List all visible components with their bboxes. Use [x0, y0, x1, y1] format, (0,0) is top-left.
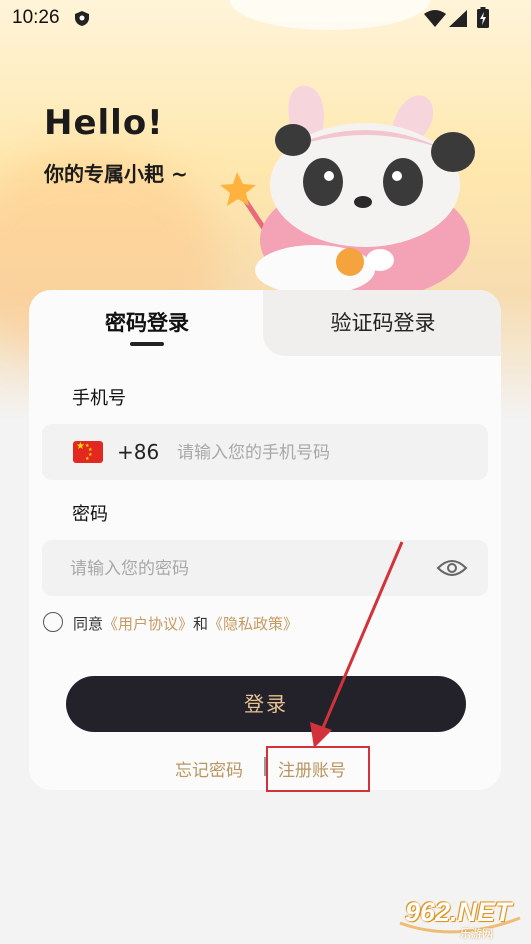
greeting-title: Hello!	[44, 103, 164, 143]
privacy-policy-link[interactable]: 《隐私政策》	[208, 615, 298, 633]
annotation-highlight-box	[266, 746, 370, 792]
china-flag-icon[interactable]: ★ ★ ★ ★ ★	[73, 441, 103, 463]
tab-sms-code-login-label: 验证码登录	[330, 311, 436, 335]
agreement-and: 和	[193, 615, 209, 633]
tab-password-login[interactable]: 密码登录	[29, 290, 265, 356]
agreement-text: 同意《用户协议》和《隐私政策》	[73, 613, 298, 634]
eye-icon[interactable]	[436, 556, 468, 580]
battery-charging-icon	[477, 7, 489, 28]
password-field-container	[42, 540, 488, 596]
phone-field-container: ★ ★ ★ ★ ★ +86	[42, 424, 488, 480]
tab-sms-code-login[interactable]: 验证码登录	[265, 290, 501, 356]
phone-label: 手机号	[72, 388, 126, 409]
panda-mascot-illustration	[220, 85, 475, 300]
forgot-password-link[interactable]: 忘记密码	[175, 756, 243, 781]
password-label: 密码	[72, 504, 108, 525]
watermark-sub-text: 乐游网	[460, 927, 493, 940]
annotation-arrow-icon	[310, 541, 404, 748]
wifi-icon	[424, 10, 446, 27]
phone-input[interactable]	[175, 438, 469, 468]
agreement-prefix: 同意	[73, 615, 104, 633]
greeting-subtitle: 你的专属小耙 ~	[44, 162, 188, 186]
signal-icon	[449, 10, 467, 27]
country-code[interactable]: +86	[117, 440, 159, 464]
active-tab-indicator	[130, 342, 164, 346]
user-agreement-link[interactable]: 《用户协议》	[103, 615, 193, 633]
watermark-logo-text: 962.NET	[405, 897, 512, 927]
shield-icon	[75, 11, 89, 26]
agreement-checkbox[interactable]	[43, 612, 63, 632]
tab-password-login-label: 密码登录	[105, 311, 189, 335]
status-time: 10:26	[12, 7, 60, 28]
status-bar: 10:26	[0, 0, 531, 36]
